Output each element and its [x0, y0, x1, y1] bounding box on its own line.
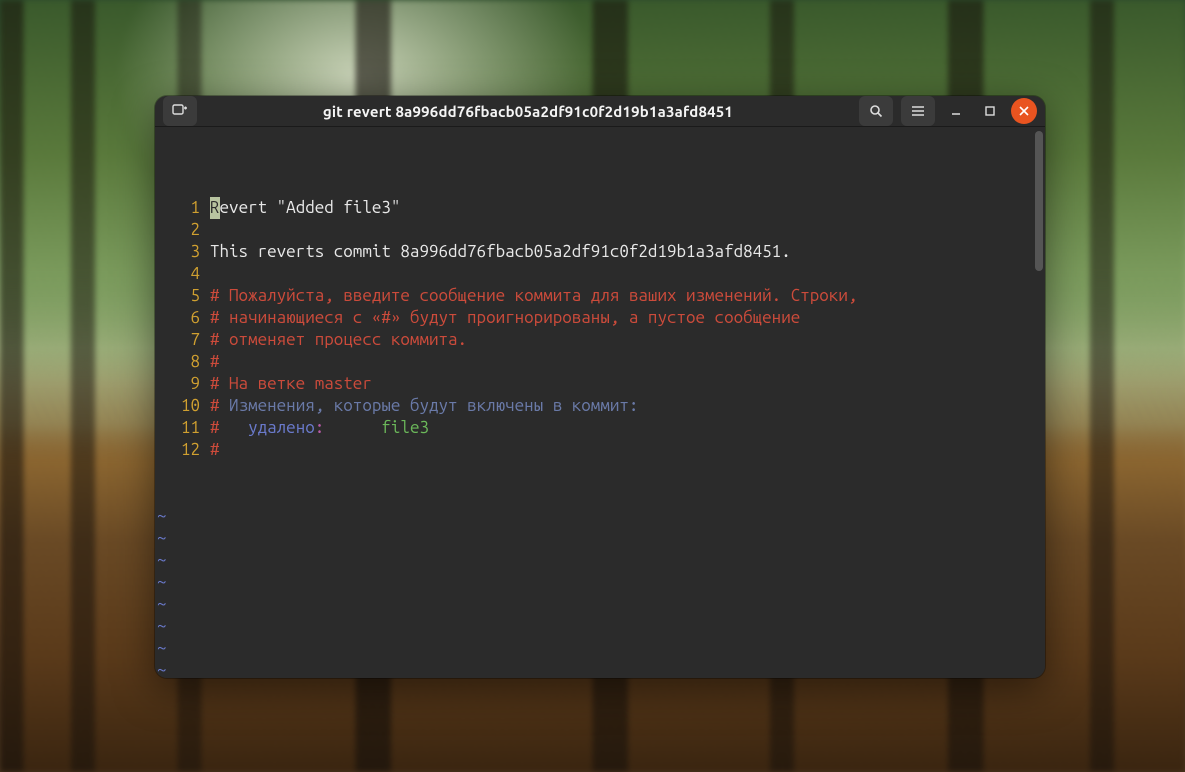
- line-number: 7: [155, 329, 210, 351]
- scrollbar-thumb[interactable]: [1035, 131, 1043, 271]
- empty-line-tilde: ~: [155, 527, 1045, 549]
- new-tab-button[interactable]: [163, 96, 197, 126]
- line-number: 6: [155, 307, 210, 329]
- line-number: 12: [155, 439, 210, 461]
- editor-line: 3This reverts commit 8a996dd76fbacb05a2d…: [155, 241, 1045, 263]
- empty-line-tilde: ~: [155, 637, 1045, 659]
- line-number: 5: [155, 285, 210, 307]
- line-text: # начинающиеся с «#» будут проигнорирова…: [210, 307, 1045, 329]
- line-text: Revert "Added file3": [210, 197, 1045, 219]
- line-text: # удалено: file3: [210, 417, 1045, 439]
- editor-empty-lines: ~~~~~~~~~~: [155, 505, 1045, 678]
- line-number: 9: [155, 373, 210, 395]
- line-text: # На ветке master: [210, 373, 1045, 395]
- menu-button[interactable]: [901, 96, 935, 126]
- editor-line: 1Revert "Added file3": [155, 197, 1045, 219]
- new-tab-icon: [172, 104, 188, 118]
- line-number: 3: [155, 241, 210, 263]
- editor-line: 7# отменяет процесс коммита.: [155, 329, 1045, 351]
- line-text: [210, 219, 1045, 241]
- maximize-icon: [984, 105, 996, 117]
- line-number: 11: [155, 417, 210, 439]
- close-button[interactable]: [1011, 98, 1037, 124]
- editor-lines: 1Revert "Added file3"23This reverts comm…: [155, 197, 1045, 461]
- line-number: 2: [155, 219, 210, 241]
- search-icon: [869, 104, 883, 118]
- line-text: # Пожалуйста, введите сообщение коммита …: [210, 285, 1045, 307]
- editor-line: 4: [155, 263, 1045, 285]
- editor-line: 6# начинающиеся с «#» будут проигнориров…: [155, 307, 1045, 329]
- empty-line-tilde: ~: [155, 549, 1045, 571]
- terminal-window: git revert 8a996dd76fbacb05a2df91c0f2d19…: [155, 96, 1045, 678]
- search-button[interactable]: [859, 96, 893, 126]
- line-number: 8: [155, 351, 210, 373]
- minimize-icon: [950, 105, 962, 117]
- titlebar-controls: [859, 96, 1037, 126]
- line-text: #: [210, 439, 1045, 461]
- empty-line-tilde: ~: [155, 615, 1045, 637]
- minimize-button[interactable]: [943, 98, 969, 124]
- editor-line: 11# удалено: file3: [155, 417, 1045, 439]
- empty-line-tilde: ~: [155, 505, 1045, 527]
- empty-line-tilde: ~: [155, 659, 1045, 678]
- editor-line: 12#: [155, 439, 1045, 461]
- line-number: 4: [155, 263, 210, 285]
- maximize-button[interactable]: [977, 98, 1003, 124]
- editor-line: 2: [155, 219, 1045, 241]
- terminal-editor-area[interactable]: 1Revert "Added file3"23This reverts comm…: [155, 127, 1045, 678]
- editor-line: 9# На ветке master: [155, 373, 1045, 395]
- close-icon: [1019, 106, 1029, 116]
- line-number: 10: [155, 395, 210, 417]
- line-text: This reverts commit 8a996dd76fbacb05a2df…: [210, 241, 1045, 263]
- hamburger-icon: [911, 105, 925, 117]
- editor-line: 10# Изменения, которые будут включены в …: [155, 395, 1045, 417]
- line-number: 1: [155, 197, 210, 219]
- editor-line: 5# Пожалуйста, введите сообщение коммита…: [155, 285, 1045, 307]
- line-text: # Изменения, которые будут включены в ко…: [210, 395, 1045, 417]
- window-titlebar[interactable]: git revert 8a996dd76fbacb05a2df91c0f2d19…: [155, 96, 1045, 127]
- window-title: git revert 8a996dd76fbacb05a2df91c0f2d19…: [203, 103, 853, 120]
- empty-line-tilde: ~: [155, 571, 1045, 593]
- line-text: [210, 263, 1045, 285]
- empty-line-tilde: ~: [155, 593, 1045, 615]
- line-text: # отменяет процесс коммита.: [210, 329, 1045, 351]
- line-text: #: [210, 351, 1045, 373]
- editor-line: 8#: [155, 351, 1045, 373]
